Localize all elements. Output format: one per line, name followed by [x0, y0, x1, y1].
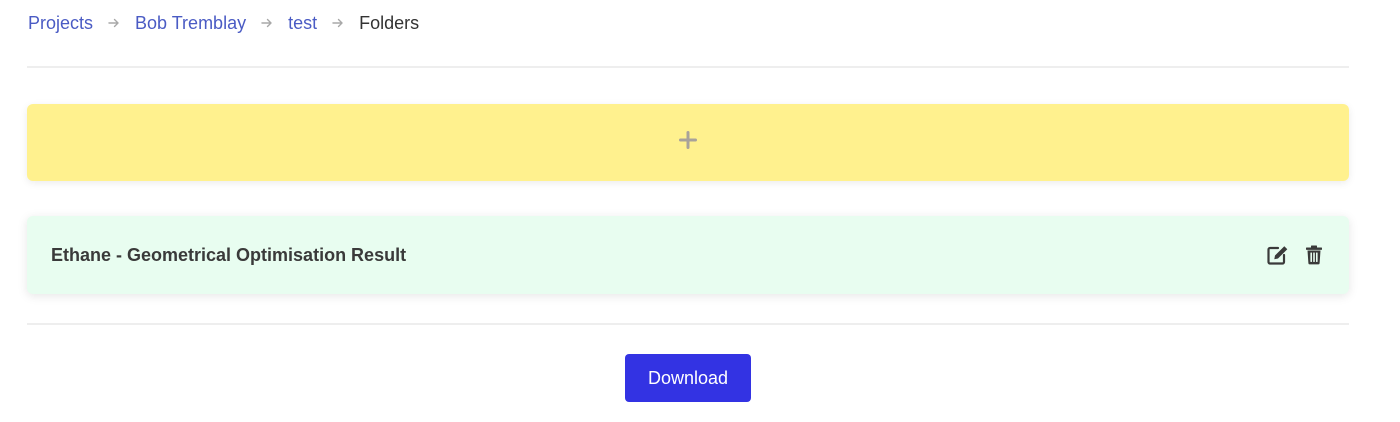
folders-page: Projects Bob Tremblay test Folders Ethan… [0, 0, 1400, 422]
add-folder-button[interactable] [27, 104, 1349, 181]
breadcrumb-item-current: Folders [359, 12, 420, 33]
plus-icon [679, 131, 697, 154]
edit-icon[interactable] [1267, 244, 1289, 266]
breadcrumb-item-projects[interactable]: Projects [28, 13, 93, 34]
divider [27, 323, 1349, 325]
download-button[interactable]: Download [625, 354, 751, 402]
arrow-right-icon [317, 17, 359, 29]
divider [27, 66, 1349, 68]
folder-title: Ethane - Geometrical Optimisation Result [51, 244, 407, 265]
breadcrumb-item-project[interactable]: test [288, 13, 317, 34]
folder-actions [1267, 244, 1325, 266]
breadcrumb: Projects Bob Tremblay test Folders [28, 10, 419, 36]
trash-icon[interactable] [1303, 244, 1325, 266]
folder-card[interactable]: Ethane - Geometrical Optimisation Result [27, 216, 1349, 294]
arrow-right-icon [246, 17, 288, 29]
breadcrumb-item-user[interactable]: Bob Tremblay [135, 13, 246, 34]
arrow-right-icon [93, 17, 135, 29]
